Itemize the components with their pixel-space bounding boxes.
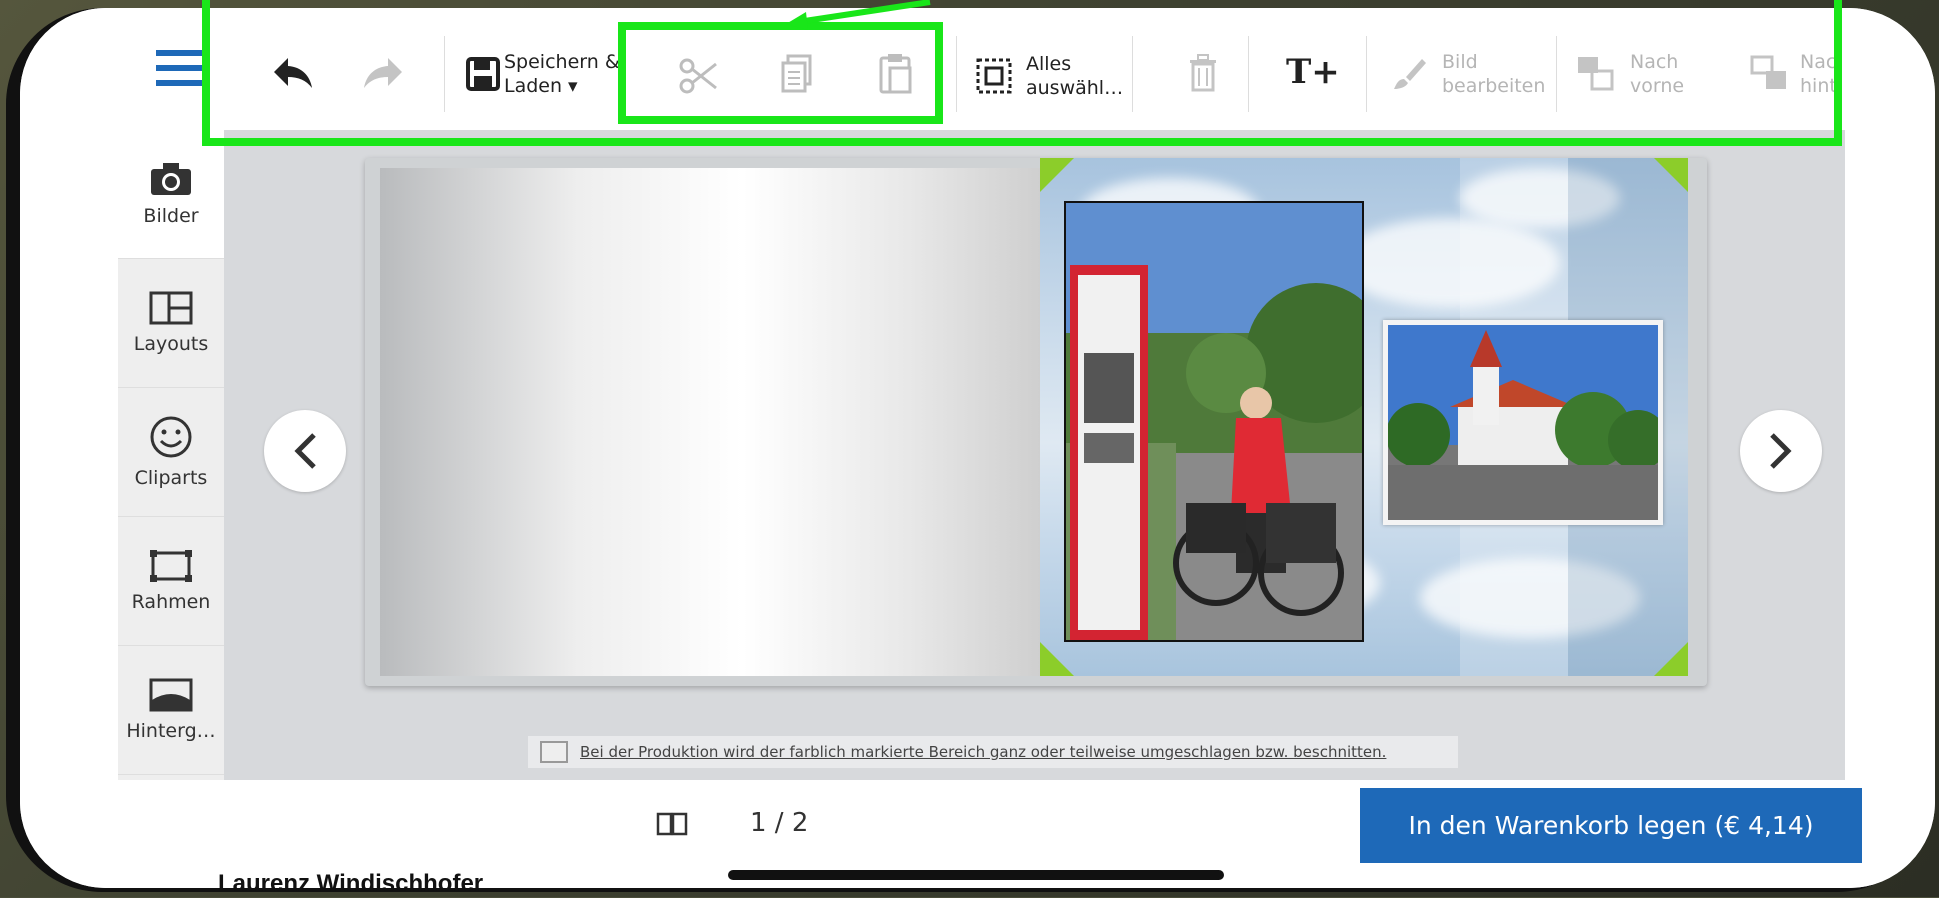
- sidebar-item-label: Rahmen: [131, 591, 211, 613]
- sidebar-item-backgrounds[interactable]: Hinterg…: [118, 646, 224, 775]
- add-to-cart-button[interactable]: In den Warenkorb legen (€ 4,14): [1360, 788, 1862, 863]
- sidebar-item-label: Cliparts: [134, 467, 208, 489]
- toolbar-highlight: [202, 0, 1842, 146]
- author-caption: Laurenz Windischhofer: [218, 870, 484, 897]
- smiley-icon: [150, 416, 192, 458]
- home-indicator: [728, 870, 1224, 880]
- sidebar-item-label: Layouts: [133, 333, 209, 355]
- book-view-icon[interactable]: [656, 810, 688, 840]
- sidebar: Bilder Layouts Cliparts Rahmen Hinterg…: [118, 130, 224, 780]
- sidebar-item-label: Bilder: [143, 205, 199, 227]
- left-page[interactable]: [380, 168, 1040, 676]
- highlight-arrow: [786, 0, 931, 30]
- corner-marker: [1040, 158, 1074, 192]
- corner-marker: [1654, 158, 1688, 192]
- sidebar-item-layouts[interactable]: Layouts: [118, 259, 224, 388]
- bleed-notice-text[interactable]: Bei der Produktion wird der farblich mar…: [580, 743, 1386, 761]
- sidebar-item-cliparts[interactable]: Cliparts: [118, 388, 224, 517]
- photo-church[interactable]: [1383, 320, 1663, 525]
- camera-icon: [151, 163, 191, 195]
- previous-page-button[interactable]: [264, 410, 346, 492]
- background-icon: [149, 678, 193, 712]
- sidebar-item-frames[interactable]: Rahmen: [118, 517, 224, 646]
- corner-marker: [1654, 642, 1688, 676]
- layout-icon: [149, 291, 193, 325]
- hamburger-icon[interactable]: [156, 48, 202, 88]
- sidebar-item-images[interactable]: Bilder: [118, 130, 224, 259]
- frame-icon: [150, 550, 192, 582]
- chevron-right-icon: [1770, 433, 1792, 469]
- sidebar-item-label: Hinterg…: [126, 720, 216, 742]
- clipboard-tools-highlight: [618, 22, 943, 124]
- photo-cyclist[interactable]: [1064, 201, 1364, 642]
- bleed-notice: Bei der Produktion wird der farblich mar…: [528, 736, 1458, 768]
- bleed-legend-swatch: [540, 741, 568, 763]
- next-page-button[interactable]: [1740, 410, 1822, 492]
- chevron-left-icon: [294, 433, 316, 469]
- page-indicator: 1 / 2: [750, 808, 809, 838]
- corner-marker: [1040, 642, 1074, 676]
